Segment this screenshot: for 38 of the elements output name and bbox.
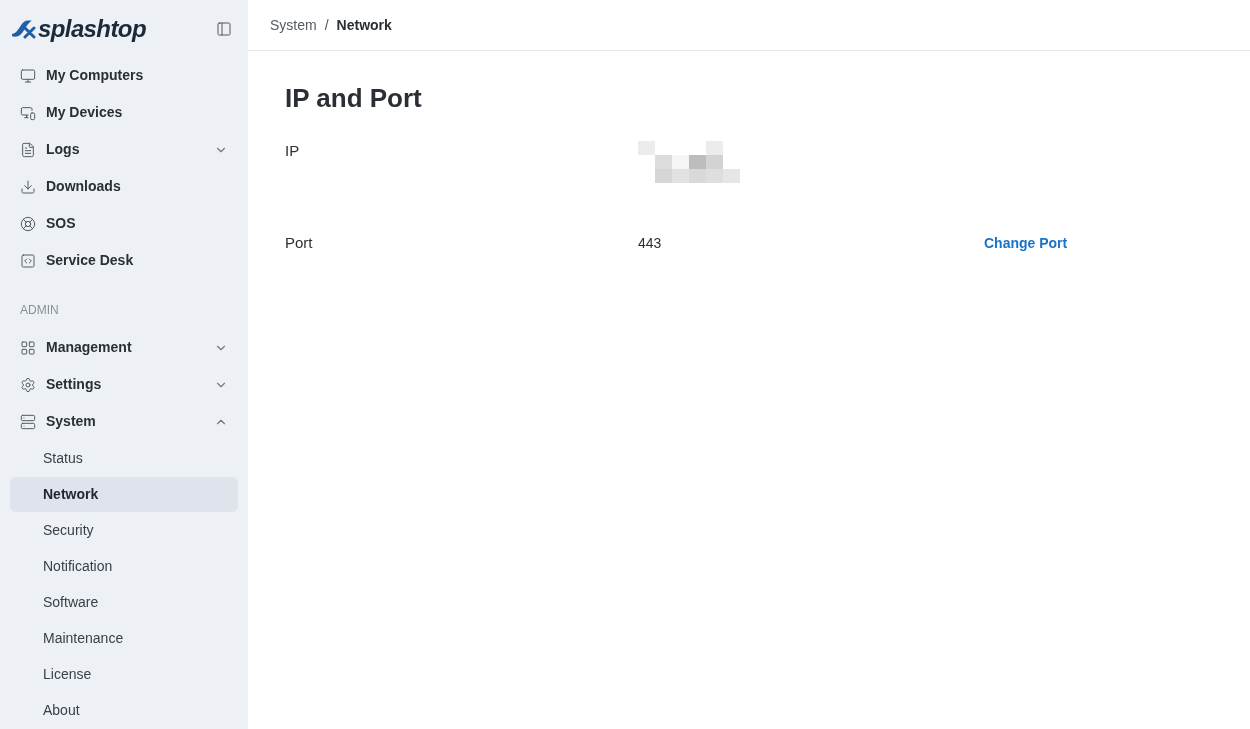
field-label: Port — [285, 233, 314, 253]
section-label: ADMIN — [19, 302, 60, 319]
sidebar-subitem[interactable]: Maintenance — [10, 621, 238, 656]
sidebar-subitem[interactable]: Status — [10, 441, 238, 476]
sidebar-item[interactable]: My Computers — [0, 57, 248, 94]
sidebar-item[interactable]: Management — [0, 329, 248, 366]
field-value: 443 — [638, 235, 662, 251]
breadcrumb-separator: / — [324, 15, 329, 35]
sidebar-item[interactable]: System — [0, 403, 248, 440]
breadcrumb-item: Network — [336, 15, 392, 35]
logo-icon — [12, 18, 36, 39]
sidebar-subitem[interactable]: License — [10, 657, 238, 692]
page-title: IP and Port — [285, 82, 423, 115]
sidebar-subitem[interactable]: Notification — [10, 549, 238, 584]
sidebar-toggle-icon[interactable] — [216, 20, 232, 37]
devices-icon — [20, 104, 36, 121]
logo-text: splashtop — [38, 13, 146, 44]
change-port-link[interactable]: Change Port — [984, 230, 1068, 254]
server-icon — [20, 413, 36, 430]
document-icon — [20, 141, 36, 158]
field-label: IP — [285, 141, 301, 161]
lifebuoy-icon — [20, 215, 36, 232]
sidebar-subitem[interactable]: Security — [10, 513, 238, 548]
sidebar-subitem[interactable]: About — [10, 693, 238, 728]
sidebar-subitem[interactable]: Network — [10, 477, 238, 512]
download-icon — [20, 178, 36, 195]
grid-icon — [20, 339, 36, 356]
sidebar-item[interactable]: SOS — [0, 205, 248, 242]
sidebar-subitem[interactable]: Software — [10, 585, 238, 620]
settings-icon — [20, 376, 36, 393]
monitor-icon — [20, 67, 36, 84]
code-square-icon — [20, 252, 36, 269]
breadcrumb-item[interactable]: System — [270, 14, 317, 36]
sidebar-item[interactable]: My Devices — [0, 94, 248, 131]
sidebar-item[interactable]: Settings — [0, 366, 248, 403]
sidebar-item[interactable]: Logs — [0, 131, 248, 168]
sidebar-item[interactable]: Downloads — [0, 168, 248, 205]
sidebar-item[interactable]: Service Desk — [0, 242, 248, 279]
